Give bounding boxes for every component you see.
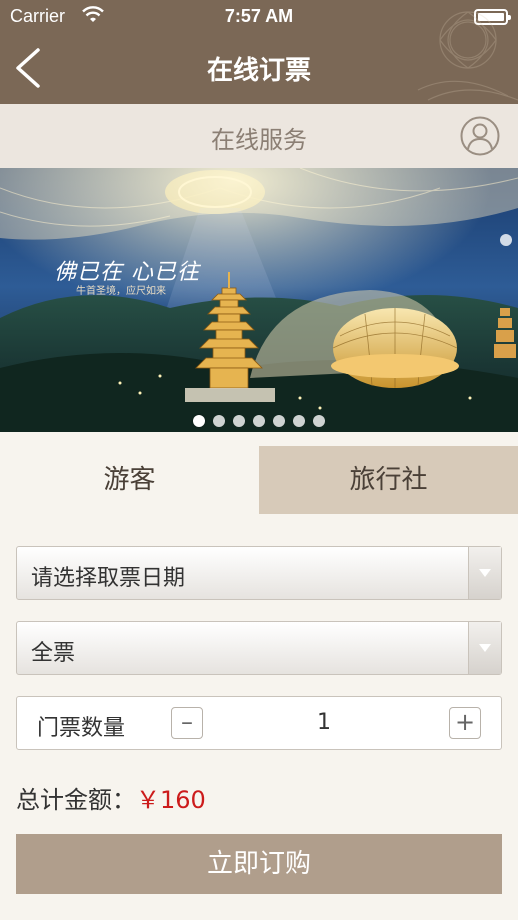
quantity-label: 门票数量 <box>37 716 126 741</box>
total-price: ￥160 <box>136 786 206 814</box>
temple-night-photo <box>0 168 518 432</box>
decrement-button[interactable]: – <box>171 707 203 739</box>
user-type-tabs: 游客 旅行社 <box>0 446 518 514</box>
page-title: 在线订票 <box>206 56 311 86</box>
carousel-edge-indicator <box>500 234 512 246</box>
date-select-text: 请选择取票日期 <box>31 566 186 591</box>
carousel-dot[interactable] <box>313 415 325 427</box>
order-now-button[interactable]: 立即订购 <box>16 834 502 894</box>
carousel-dot[interactable] <box>193 415 205 427</box>
banner-subtitle: 牛首圣境，应尺如来 <box>76 286 166 297</box>
tab-travel-agency[interactable]: 旅行社 <box>259 446 518 514</box>
nav-bar: 在线订票 <box>0 11 518 104</box>
banner-carousel[interactable]: 佛已在 心已往 牛首圣境，应尺如来 <box>0 168 518 432</box>
total-amount: 总计金额：￥160 <box>16 780 206 815</box>
date-select[interactable]: 请选择取票日期 <box>16 546 502 600</box>
chevron-down-icon <box>468 622 501 674</box>
carousel-dot[interactable] <box>273 415 285 427</box>
chevron-down-icon <box>468 547 501 599</box>
ticket-type-select[interactable]: 全票 <box>16 621 502 675</box>
total-label: 总计金额： <box>16 786 136 814</box>
carousel-dots <box>0 412 518 427</box>
quantity-value: 1 <box>317 710 331 735</box>
increment-button[interactable]: + <box>449 707 481 739</box>
user-button[interactable] <box>460 116 500 156</box>
tab-tourist[interactable]: 游客 <box>0 446 259 514</box>
service-label: 在线服务 <box>211 126 307 154</box>
carousel-dot[interactable] <box>253 415 265 427</box>
user-icon <box>460 116 500 156</box>
carousel-dot[interactable] <box>233 415 245 427</box>
ticket-type-text: 全票 <box>31 641 76 666</box>
carousel-dot[interactable] <box>293 415 305 427</box>
service-bar: 在线服务 <box>0 104 518 169</box>
quantity-stepper: 门票数量 – 1 + <box>16 696 502 750</box>
carousel-dot[interactable] <box>213 415 225 427</box>
